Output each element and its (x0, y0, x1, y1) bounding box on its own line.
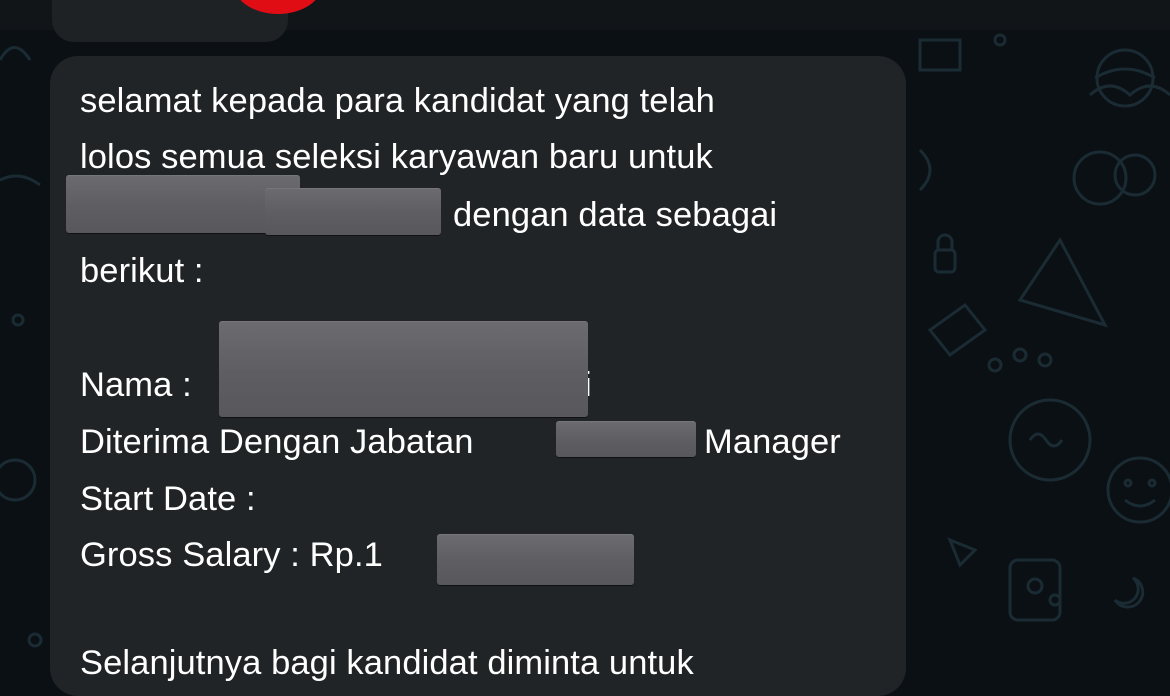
message-line-1: selamat kepada para kandidat yang telah (80, 82, 715, 120)
position-label: Diterima Dengan Jabatan (80, 423, 474, 461)
redaction-salary (437, 534, 634, 585)
salary-label: Gross Salary : Rp.1 (80, 536, 383, 574)
message-line-3: dengan data sebagai (453, 196, 778, 234)
redaction-company-2 (265, 188, 441, 235)
message-next-line: Selanjutnya bagi kandidat diminta untuk (80, 644, 694, 682)
message-line-2: lolos semua seleksi karyawan baru untuk (80, 138, 713, 176)
redaction-name (219, 321, 588, 417)
name-label: Nama : (80, 366, 192, 404)
start-date-label: Start Date : (80, 480, 256, 518)
position-value: Manager (704, 423, 841, 461)
redaction-position (556, 421, 696, 457)
message-line-4: berikut : (80, 252, 204, 290)
